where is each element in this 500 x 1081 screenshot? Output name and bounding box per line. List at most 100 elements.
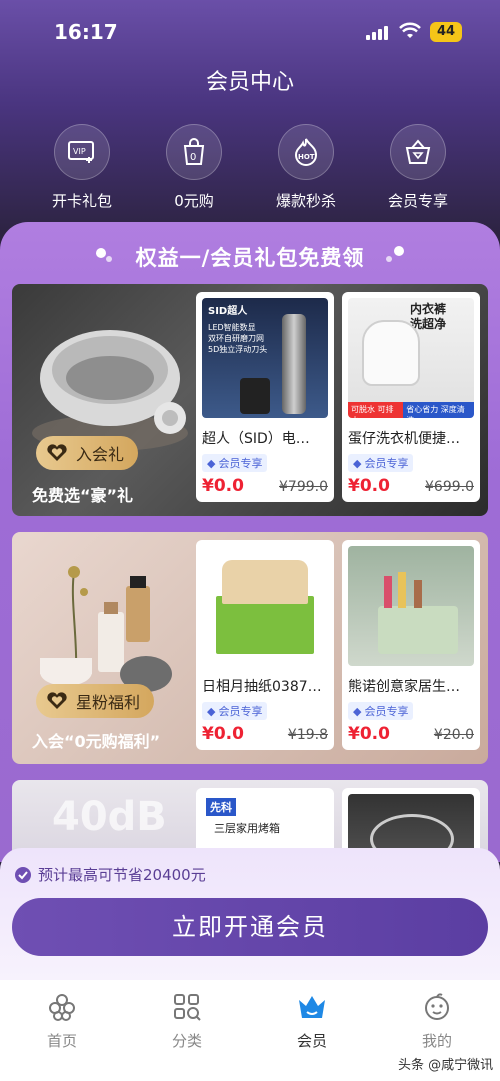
product-price: ¥0.0 (348, 724, 390, 744)
tissue-box-shape (216, 596, 314, 654)
diamond-icon: ◆ (353, 704, 362, 718)
lipstick-shape (384, 576, 392, 608)
quick-action-open-card[interactable]: VIP 开卡礼包 (27, 124, 137, 211)
quick-action-flash-sale[interactable]: HOT 爆款秒杀 (251, 124, 361, 211)
image-headline: 内衣裤 洗超净 (410, 302, 446, 332)
section-title: 权益一/会员礼包免费领 (135, 246, 365, 270)
quick-action-label: 0元购 (174, 192, 214, 210)
image-feature-text: LED智能数显 双环自研磨刀网 5D独立浮动刀头 (208, 322, 272, 355)
lipstick-shape (414, 580, 422, 608)
product-card[interactable]: 日相月抽纸0387… ◆ 会员专享 ¥0.0 ¥19.8 (196, 540, 334, 750)
product-original-price: ¥19.8 (287, 727, 328, 743)
shaver-accessory (240, 378, 270, 414)
gift-card-join[interactable]: 入会礼 免费选“豪”礼 SID超人 LED智能数显 双环自研磨刀网 5D独立浮动… (12, 284, 488, 516)
profile-face-icon (397, 992, 477, 1022)
activate-membership-button[interactable]: 立即开通会员 (12, 898, 488, 956)
member-tag: ◆ 会员专享 (348, 454, 414, 472)
image-feature-line: LED智能数显 (208, 323, 256, 332)
tab-label: 我的 (421, 1032, 452, 1050)
storage-box-image (348, 546, 474, 666)
product-card[interactable]: SID超人 LED智能数显 双环自研磨刀网 5D独立浮动刀头 超人（SID）电…… (196, 292, 334, 502)
image-brand-text: 先科 (206, 798, 236, 816)
join-gift-badge: 入会礼 (36, 436, 139, 470)
hot-flame-icon: HOT (278, 124, 334, 180)
svg-text:HOT: HOT (298, 153, 315, 161)
wifi-icon (399, 22, 421, 38)
product-card[interactable]: 熊诺创意家居生… ◆ 会员专享 ¥0.0 ¥20.0 (342, 540, 480, 750)
tab-member[interactable]: 会员 (272, 992, 352, 1051)
product-original-price: ¥799.0 (279, 479, 328, 495)
tab-home[interactable]: 首页 (22, 992, 102, 1051)
shaver-image: SID超人 LED智能数显 双环自研磨刀网 5D独立浮动刀头 (202, 298, 328, 418)
image-feature-blue: 省心省力 深度清洗 (403, 402, 474, 418)
background-decor-text: 40dB (52, 794, 167, 840)
heart-icon (47, 444, 67, 461)
category-grid-icon (147, 992, 227, 1022)
quick-action-label: 爆款秒杀 (275, 192, 336, 210)
home-flower-icon (22, 992, 102, 1022)
member-tag: ◆ 会员专享 (348, 702, 414, 720)
member-tag-label: 会员专享 (364, 705, 409, 718)
washer-shape (362, 320, 420, 386)
member-tag-label: 会员专享 (364, 457, 409, 470)
svg-text:VIP: VIP (73, 147, 86, 156)
diamond-icon: ◆ (207, 704, 216, 718)
gift-card-fan-welfare[interactable]: 星粉福利 入会“0元购福利” 日相月抽纸0387… ◆ 会员专享 ¥0.0 ¥19… (12, 532, 488, 764)
image-feature-strip: 可脱水 可排水 省心省力 深度清洗 (348, 402, 474, 418)
member-tag-label: 会员专享 (218, 457, 263, 470)
page-title: 会员中心 (205, 70, 294, 95)
savings-text: 预计最高可节省20400元 (38, 866, 206, 884)
card-caption: 入会“0元购福利” (32, 732, 161, 751)
quick-action-member-exclusive[interactable]: 会员专享 (363, 124, 473, 211)
member-tag: ◆ 会员专享 (202, 454, 268, 472)
product-price: ¥0.0 (348, 476, 390, 496)
card-caption: 免费选“豪”礼 (32, 486, 134, 505)
diamond-icon: ◆ (353, 456, 362, 470)
storage-box-shape (378, 606, 458, 654)
image-brand-text: SID超人 (208, 306, 248, 317)
tab-label: 首页 (46, 1032, 77, 1050)
status-time: 16:17 (54, 20, 118, 44)
shaver-shape (282, 314, 306, 414)
tissue-paper-shape (222, 560, 308, 604)
svg-text:0: 0 (190, 152, 196, 163)
product-name: 超人（SID）电… (202, 431, 310, 447)
zero-bag-icon: 0 (166, 124, 222, 180)
badge-label: 星粉福利 (76, 693, 141, 712)
member-tag: ◆ 会员专享 (202, 702, 268, 720)
product-name: 日相月抽纸0387… (202, 679, 322, 695)
product-name: 蛋仔洗衣机便捷… (348, 431, 460, 447)
tab-profile[interactable]: 我的 (397, 992, 477, 1051)
product-price: ¥0.0 (202, 476, 244, 496)
image-feature-red: 可脱水 可排水 (348, 402, 404, 418)
tissue-box-image (202, 546, 328, 666)
product-price: ¥0.0 (202, 724, 244, 744)
tab-label: 分类 (171, 1032, 202, 1050)
product-card[interactable]: 内衣裤 洗超净 可脱水 可排水 省心省力 深度清洗 蛋仔洗衣机便捷… ◆会员专享… (342, 292, 480, 502)
fan-welfare-badge: 星粉福利 (36, 684, 155, 718)
heart-icon (47, 692, 67, 709)
tab-label: 会员 (296, 1032, 327, 1050)
basket-gem-icon (390, 124, 446, 180)
status-bar: 16:17 44 (0, 0, 500, 60)
product-name: 熊诺创意家居生… (348, 679, 460, 695)
product-original-price: ¥20.0 (433, 727, 474, 743)
tab-category[interactable]: 分类 (147, 992, 227, 1051)
cellular-signal-icon (366, 26, 390, 40)
badge-label: 入会礼 (76, 445, 125, 464)
mini-washer-image: 内衣裤 洗超净 可脱水 可排水 省心省力 深度清洗 (348, 298, 474, 418)
product-original-price: ¥699.0 (425, 479, 474, 495)
member-tag-label: 会员专享 (218, 705, 263, 718)
image-feature-line: 双环自研磨刀网 (208, 334, 264, 343)
check-circle-icon (15, 866, 31, 883)
vip-card-icon: VIP (54, 124, 110, 180)
quick-action-label: 会员专享 (387, 192, 448, 210)
quick-action-label: 开卡礼包 (51, 192, 112, 210)
diamond-icon: ◆ (207, 456, 216, 470)
image-headline-line: 内衣裤 (410, 302, 447, 316)
battery-indicator: 44 (430, 22, 462, 42)
quick-action-zero-buy[interactable]: 0 0元购 (139, 124, 249, 211)
savings-estimate: 预计最高可节省20400元 (14, 864, 206, 885)
watermark: 头条 @咸宁微讯 (398, 1058, 494, 1073)
image-feature-line: 5D独立浮动刀头 (208, 345, 268, 354)
